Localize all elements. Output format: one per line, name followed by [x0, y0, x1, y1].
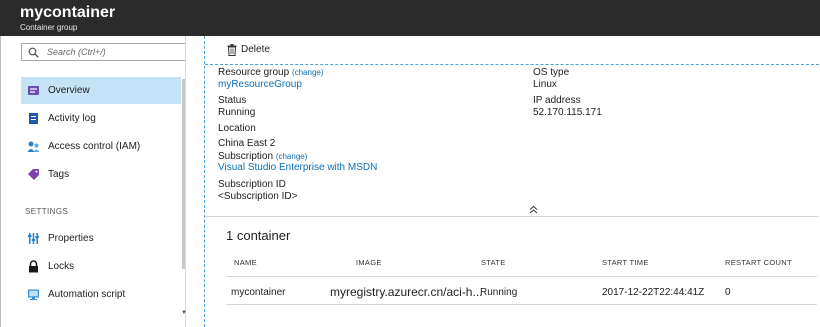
essentials-divider	[205, 216, 819, 217]
lock-icon	[27, 260, 40, 273]
status-label: Status	[218, 95, 247, 106]
sidebar-item-tags[interactable]: Tags	[21, 161, 181, 188]
cell-image: myregistry.azurecr.cn/aci-h...	[330, 285, 483, 299]
sidebar-scrollbar[interactable]	[182, 79, 185, 269]
main-panel: Delete Resource group (change) myResourc…	[204, 36, 820, 327]
resource-group-label: Resource group (change)	[218, 67, 324, 78]
trash-icon	[227, 44, 237, 59]
sidebar-item-overview[interactable]: Overview	[21, 77, 181, 104]
table-row-divider	[227, 304, 817, 305]
cell-name: mycontainer	[231, 287, 286, 298]
resource-group-change-link[interactable]: (change)	[292, 68, 324, 77]
sidebar-item-label: Properties	[48, 233, 94, 244]
page-subtitle: Container group	[20, 23, 78, 32]
search-icon	[28, 47, 39, 61]
sidebar-item-label: Activity log	[48, 113, 96, 124]
table-header-divider	[227, 276, 817, 277]
sidebar-divider	[185, 36, 186, 327]
subscription-id-label: Subscription ID	[218, 179, 286, 190]
sidebar-item-label: Automation script	[48, 289, 126, 300]
sidebar-item-label: Tags	[48, 169, 70, 180]
search-input[interactable]: Search (Ctrl+/)	[21, 43, 186, 61]
sidebar-item-label: Locks	[48, 261, 75, 272]
cell-restart-count: 0	[725, 287, 731, 298]
sidebar-item-locks[interactable]: Locks	[21, 253, 181, 280]
column-header-start-time: START TIME	[602, 258, 649, 267]
scroll-down-arrow-icon[interactable]: ▼	[181, 310, 187, 316]
tag-icon	[27, 168, 40, 181]
subscription-id-value: <Subscription ID>	[218, 191, 298, 202]
properties-icon	[27, 232, 40, 245]
activity-log-icon	[27, 112, 40, 125]
subscription-change-link[interactable]: (change)	[276, 152, 308, 161]
sidebar-item-activity-log[interactable]: Activity log	[21, 105, 181, 132]
column-header-image: IMAGE	[356, 258, 382, 267]
location-value: China East 2	[218, 138, 276, 149]
column-header-state: STATE	[481, 258, 506, 267]
column-header-restart-count: RESTART COUNT	[725, 258, 792, 267]
section-label-settings: SETTINGS	[25, 207, 69, 216]
search-placeholder: Search (Ctrl+/)	[47, 47, 106, 57]
os-type-value: Linux	[533, 79, 557, 90]
automation-script-icon	[27, 288, 40, 301]
subscription-link[interactable]: Visual Studio Enterprise with MSDN	[218, 162, 377, 173]
access-control-icon	[27, 140, 40, 153]
sidebar-item-access-control[interactable]: Access control (IAM)	[21, 133, 181, 160]
subscription-label: Subscription (change)	[218, 151, 308, 162]
page-title: mycontainer	[20, 4, 116, 21]
cell-state: Running	[480, 287, 518, 298]
ip-address-value: 52.170.115.171	[533, 107, 602, 118]
overview-icon	[27, 84, 40, 97]
sidebar: Search (Ctrl+/) Overview Activity log Ac…	[0, 36, 188, 327]
sidebar-item-automation-script[interactable]: Automation script	[21, 281, 181, 308]
column-header-name: NAME	[234, 258, 257, 267]
os-type-label: OS type	[533, 67, 570, 78]
resource-group-link[interactable]: myResourceGroup	[218, 79, 302, 90]
delete-label: Delete	[241, 44, 270, 55]
cell-start-time: 2017-12-22T22:44:41Z	[602, 287, 705, 298]
ip-address-label: IP address	[533, 95, 581, 106]
sidebar-item-label: Overview	[48, 85, 90, 96]
command-bar-divider	[205, 64, 819, 65]
sidebar-item-properties[interactable]: Properties	[21, 225, 181, 252]
status-value: Running	[218, 107, 256, 118]
container-count: 1 container	[226, 228, 291, 243]
title-bar: mycontainer Container group	[0, 0, 820, 36]
location-label: Location	[218, 123, 256, 134]
sidebar-item-label: Access control (IAM)	[48, 141, 141, 152]
